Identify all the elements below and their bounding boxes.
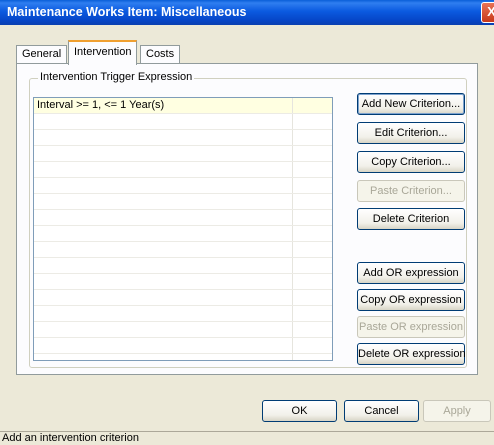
paste-or-expression-button[interactable]: Paste OR expression bbox=[357, 316, 465, 338]
ok-button[interactable]: OK bbox=[262, 400, 337, 422]
close-icon: X bbox=[487, 4, 494, 19]
criteria-cell: Interval >= 1, <= 1 Year(s) bbox=[34, 98, 293, 113]
criteria-grid[interactable]: Interval >= 1, <= 1 Year(s) bbox=[33, 97, 333, 361]
empty-row bbox=[34, 130, 332, 146]
tab-general[interactable]: General bbox=[16, 45, 68, 63]
empty-row bbox=[34, 210, 332, 226]
delete-or-expression-button[interactable]: Delete OR expression bbox=[357, 343, 466, 365]
criteria-row[interactable]: Interval >= 1, <= 1 Year(s) bbox=[34, 98, 332, 114]
empty-row bbox=[34, 162, 332, 178]
empty-row bbox=[34, 242, 332, 258]
empty-row bbox=[34, 194, 332, 210]
add-new-criterion-button[interactable]: Add New Criterion... bbox=[357, 93, 465, 115]
copy-or-expression-button[interactable]: Copy OR expression bbox=[357, 289, 465, 311]
add-or-expression-button[interactable]: Add OR expression bbox=[357, 262, 465, 284]
window-title: Maintenance Works Item: Miscellaneous bbox=[7, 5, 247, 19]
empty-row bbox=[34, 274, 332, 290]
empty-row bbox=[34, 114, 332, 130]
empty-row bbox=[34, 178, 332, 194]
empty-row bbox=[34, 146, 332, 162]
close-button[interactable]: X bbox=[481, 2, 494, 23]
copy-criterion-button[interactable]: Copy Criterion... bbox=[357, 151, 465, 173]
tab-costs[interactable]: Costs bbox=[140, 45, 181, 63]
title-bar: Maintenance Works Item: Miscellaneous X bbox=[0, 0, 494, 25]
group-legend: Intervention Trigger Expression bbox=[38, 71, 195, 83]
empty-row bbox=[34, 306, 332, 322]
paste-criterion-button[interactable]: Paste Criterion... bbox=[357, 180, 465, 202]
tab-intervention[interactable]: Intervention bbox=[68, 40, 138, 65]
empty-row bbox=[34, 354, 332, 360]
delete-criterion-button[interactable]: Delete Criterion bbox=[357, 208, 465, 230]
empty-row bbox=[34, 290, 332, 306]
empty-row bbox=[34, 322, 332, 338]
empty-row bbox=[34, 338, 332, 354]
cancel-button[interactable]: Cancel bbox=[344, 400, 419, 422]
status-bar: Add an intervention criterion bbox=[0, 431, 494, 445]
intervention-tab-panel: Intervention Trigger Expression Interval… bbox=[16, 63, 478, 375]
edit-criterion-button[interactable]: Edit Criterion... bbox=[357, 122, 465, 144]
apply-button[interactable]: Apply bbox=[423, 400, 491, 422]
empty-row bbox=[34, 258, 332, 274]
empty-row bbox=[34, 226, 332, 242]
